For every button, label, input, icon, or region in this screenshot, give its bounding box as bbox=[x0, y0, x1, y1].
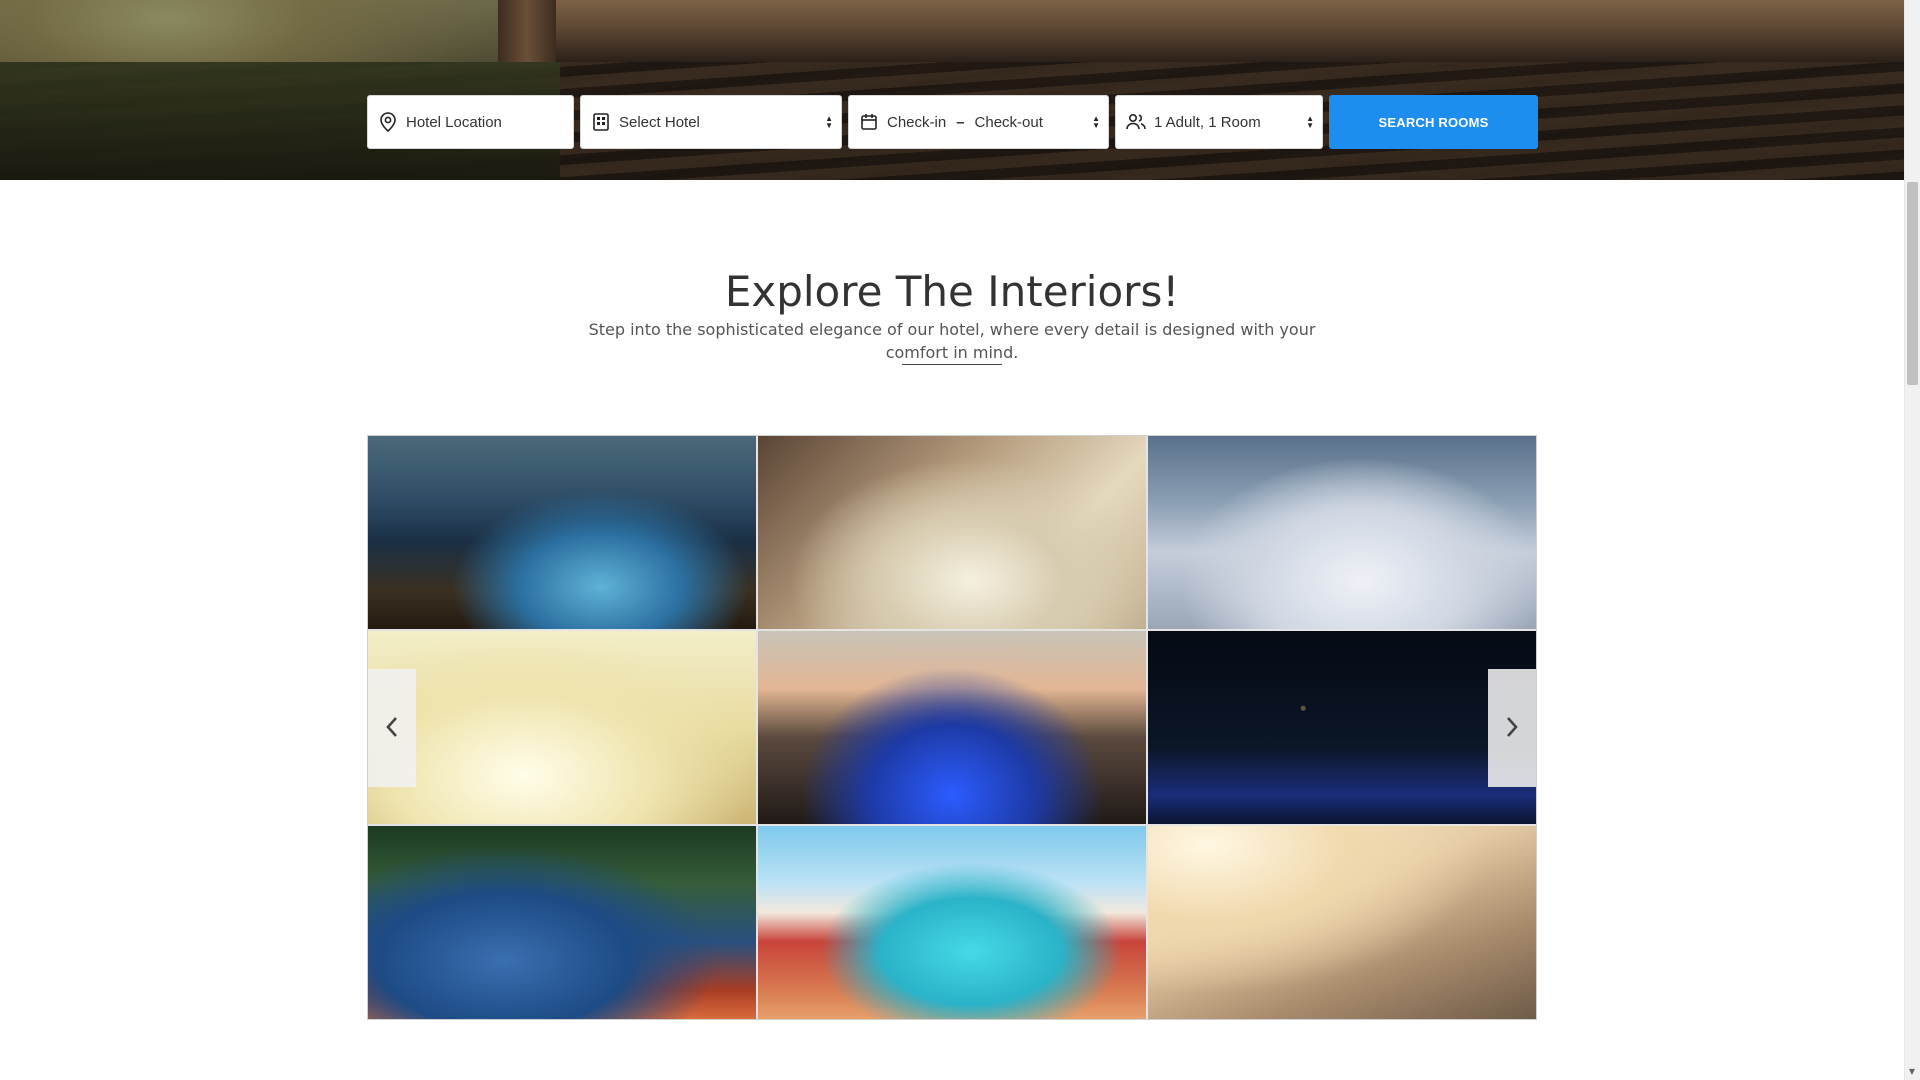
gallery-image-pool-terrace[interactable] bbox=[368, 436, 756, 629]
dropdown-arrows-icon: ▲ ▼ bbox=[825, 114, 833, 130]
gallery-next-button[interactable] bbox=[1488, 669, 1536, 787]
search-rooms-button[interactable]: SEARCH ROOMS bbox=[1329, 95, 1538, 149]
section-description: Step into the sophisticated elegance of … bbox=[588, 320, 1316, 362]
gallery-image-resort-pool[interactable] bbox=[758, 826, 1146, 1019]
gallery-image-rooftop-pool[interactable] bbox=[758, 631, 1146, 824]
hotel-location-placeholder: Hotel Location bbox=[406, 113, 502, 131]
page-scrollbar[interactable]: ▼ bbox=[1904, 0, 1920, 1080]
building-icon bbox=[591, 112, 611, 132]
chevron-right-icon bbox=[1505, 716, 1519, 741]
booking-search-bar: Hotel Location Select Hotel ▲ ▼ Check-in … bbox=[367, 95, 1538, 149]
users-icon bbox=[1126, 112, 1146, 132]
dropdown-arrows-icon: ▲ ▼ bbox=[1306, 114, 1314, 130]
guests-rooms-dropdown[interactable]: 1 Adult, 1 Room ▲ ▼ bbox=[1115, 95, 1323, 149]
hero-banner bbox=[0, 0, 1904, 180]
check-in-label: Check-in bbox=[887, 113, 947, 131]
hotel-location-input[interactable]: Hotel Location bbox=[367, 95, 574, 149]
select-hotel-value: Select Hotel bbox=[619, 113, 700, 131]
gallery-image-bedroom-bright[interactable] bbox=[368, 631, 756, 824]
section-divider bbox=[902, 364, 1002, 365]
gallery-prev-button[interactable] bbox=[368, 669, 416, 787]
interiors-gallery bbox=[367, 435, 1537, 1020]
dropdown-arrows-icon: ▲ ▼ bbox=[1092, 114, 1100, 130]
scroll-down-arrow-icon[interactable]: ▼ bbox=[1907, 1067, 1917, 1077]
gallery-image-night-towers[interactable] bbox=[1148, 631, 1536, 824]
gallery-image-bedroom-blue[interactable] bbox=[1148, 436, 1536, 629]
calendar-icon bbox=[859, 112, 879, 132]
gallery-image-tropical-pool[interactable] bbox=[368, 826, 756, 1019]
select-hotel-dropdown[interactable]: Select Hotel ▲ ▼ bbox=[580, 95, 842, 149]
date-separator: – bbox=[956, 113, 965, 131]
hero-deck-rail bbox=[556, 0, 1904, 62]
date-range-picker[interactable]: Check-in – Check-out ▲ ▼ bbox=[848, 95, 1109, 149]
map-pin-icon bbox=[378, 112, 398, 132]
section-title: Explore The Interiors! bbox=[724, 266, 1180, 316]
gallery-image-cliff-terrace[interactable] bbox=[1148, 826, 1536, 1019]
chevron-left-icon bbox=[385, 716, 399, 741]
scrollbar-thumb[interactable] bbox=[1907, 182, 1918, 385]
gallery-image-chef-chopping[interactable] bbox=[758, 436, 1146, 629]
guests-value: 1 Adult, 1 Room bbox=[1154, 113, 1261, 131]
check-out-label: Check-out bbox=[974, 113, 1043, 131]
